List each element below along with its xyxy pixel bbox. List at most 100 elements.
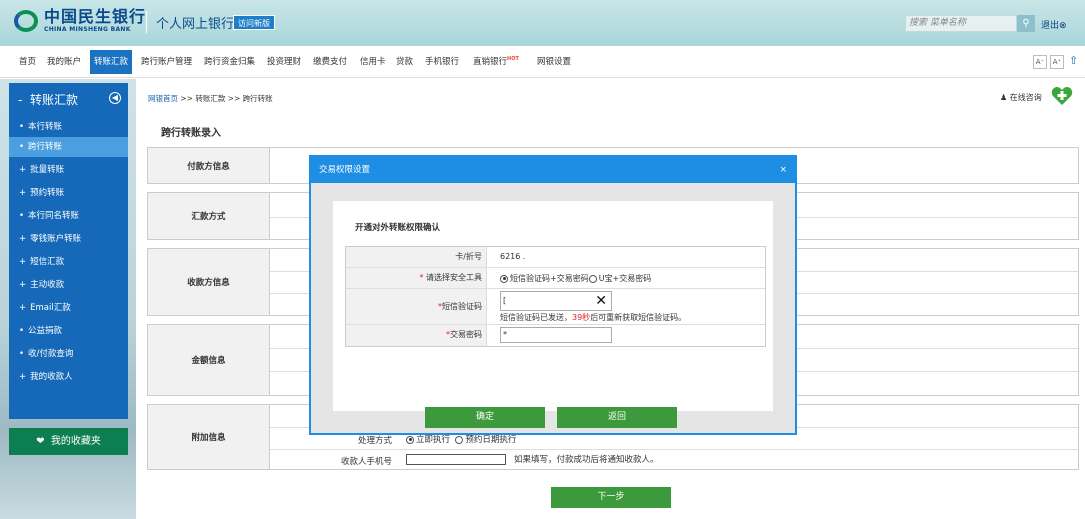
user-icon: ♟: [1000, 93, 1008, 102]
online-service-icon[interactable]: [1051, 86, 1073, 106]
sidebar-item-same-name[interactable]: • 本行同名转账: [9, 206, 128, 226]
dialog-title: 交易权限设置: [319, 165, 371, 175]
trade-password-input[interactable]: *: [500, 327, 612, 343]
nav-loan[interactable]: 贷款: [396, 55, 413, 67]
main-nav: 首页 我的账户 转账汇款 跨行账户管理 跨行资金归集 投资理财 缴费支付 信用卡…: [0, 46, 1085, 78]
section-label: 金额信息: [148, 325, 270, 395]
next-step-button[interactable]: 下一步: [551, 487, 671, 508]
nav-payment[interactable]: 缴费支付: [313, 55, 347, 67]
transaction-permission-dialog: 交易权限设置 × 开通对外转账权限确认 卡/折号 6216 . * 请选择安全工…: [309, 155, 797, 435]
sidebar-item-intra-bank[interactable]: • 本行转账: [9, 117, 128, 137]
page-title: 跨行转账录入: [161, 128, 221, 139]
process-now-label: 立即执行: [416, 435, 451, 445]
confirm-button[interactable]: 确定: [425, 407, 545, 428]
sidebar-item-change-account[interactable]: + 零钱账户转账: [9, 229, 128, 249]
nav-transfer[interactable]: 转账汇款: [90, 50, 133, 74]
sidebar-item-donation[interactable]: • 公益捐款: [9, 321, 128, 341]
search-icon[interactable]: ⚲: [1017, 15, 1035, 32]
ukey-tool-radio[interactable]: [588, 274, 597, 283]
heart-icon: ❤: [36, 436, 45, 447]
sidebar-item-label: 零钱账户转账: [30, 234, 82, 244]
section-label: 付款方信息: [148, 148, 270, 183]
sidebar-item-label: 本行转账: [28, 122, 63, 132]
back-to-top-icon[interactable]: ⇧: [1069, 54, 1078, 67]
nav-my-account[interactable]: 我的账户: [47, 55, 81, 67]
visit-new-version-link[interactable]: 访问新版: [233, 15, 275, 30]
security-tool-label: * 请选择安全工具: [346, 268, 487, 288]
sidebar-item-label: 跨行转账: [28, 142, 63, 152]
sidebar-item-query[interactable]: • 收/付款查询: [9, 344, 128, 364]
bank-name: 中国民生银行: [44, 7, 147, 26]
security-tool-row: * 请选择安全工具 短信验证码+交易密码 U宝+交易密码: [346, 268, 765, 289]
sidebar-item-label: 批量转账: [30, 165, 65, 175]
dialog-body: 开通对外转账权限确认 卡/折号 6216 . * 请选择安全工具 短信验证码+交…: [333, 201, 773, 428]
sms-code-row: *短信验证码 [ ✕ 短信验证码已发送，39秒后可重新获取短信验证码。: [346, 289, 765, 325]
sms-tool-radio[interactable]: [500, 274, 508, 283]
menu-search-input[interactable]: 搜索 菜单名称: [905, 15, 1017, 32]
sidebar: - 转账汇款 ◀ • 本行转账 • 跨行转账 + 批量转账 + 预约转账 • 本行同名转账…: [9, 83, 128, 419]
sms-hint-suffix: 后可重新获取短信验证码。: [590, 313, 687, 322]
payee-phone-field: 如果填写，付款成功后将通知收款人。: [406, 453, 659, 465]
sidebar-item-label: Email汇款: [30, 303, 71, 313]
nav-investment[interactable]: 投资理财: [267, 55, 301, 67]
nav-direct-bank[interactable]: 直销银行HOT: [473, 55, 519, 67]
favorites-button[interactable]: ❤ 我的收藏夹: [9, 428, 128, 455]
sidebar-item-label: 收/付款查询: [28, 349, 74, 359]
payee-phone-hint: 如果填写，付款成功后将通知收款人。: [514, 455, 659, 465]
breadcrumb-level2: 跨行转账: [242, 94, 273, 103]
nav-mobile-bank[interactable]: 手机银行: [425, 55, 459, 67]
security-tool-label-text: 请选择安全工具: [426, 273, 482, 282]
nav-cross-bank-account[interactable]: 跨行账户管理: [141, 55, 192, 67]
sms-code-label-text: 短信验证码: [442, 302, 482, 311]
breadcrumb-level1[interactable]: 转账汇款: [195, 94, 225, 103]
process-now-radio[interactable]: [406, 435, 414, 444]
trade-password-label-text: 交易密码: [450, 330, 482, 339]
nav-home[interactable]: 首页: [19, 55, 36, 67]
ukey-tool-label: U宝+交易密码: [598, 274, 652, 283]
dialog-form-table: 卡/折号 6216 . * 请选择安全工具 短信验证码+交易密码 U宝+交易密码 …: [345, 246, 766, 347]
nav-fund-collection[interactable]: 跨行资金归集: [204, 55, 255, 67]
sidebar-item-cross-bank[interactable]: • 跨行转账: [9, 137, 128, 157]
header: 中国民生银行 CHINA MINSHENG BANK 个人网上银行 访问新版 搜…: [0, 0, 1085, 46]
sidebar-item-sms-remit[interactable]: + 短信汇款: [9, 252, 128, 272]
security-tool-options: 短信验证码+交易密码 U宝+交易密码: [500, 273, 651, 284]
font-increase-button[interactable]: A⁺: [1050, 55, 1064, 69]
process-mode-label: 处理方式: [357, 436, 392, 446]
breadcrumb: 网银首页 >> 转账汇款 >> 跨行转账: [148, 94, 273, 103]
favorites-label: 我的收藏夹: [50, 436, 101, 447]
sidebar-item-payees[interactable]: + 我的收款人: [9, 367, 128, 387]
font-decrease-button[interactable]: A⁻: [1033, 55, 1047, 69]
sms-code-label: *短信验证码: [346, 289, 487, 324]
sidebar-item-batch[interactable]: + 批量转账: [9, 160, 128, 180]
online-consult-label: 在线咨询: [1009, 93, 1042, 102]
sms-code-value: [: [503, 296, 507, 305]
process-scheduled-radio[interactable]: [455, 435, 464, 444]
hot-badge: HOT: [507, 56, 519, 62]
bank-logo[interactable]: 中国民生银行 CHINA MINSHENG BANK: [14, 9, 146, 33]
logout-button[interactable]: 退出⊗: [1041, 18, 1067, 31]
breadcrumb-home[interactable]: 网银首页: [148, 94, 178, 103]
online-consult-link[interactable]: ♟ 在线咨询: [1000, 92, 1042, 103]
sidebar-collapse-icon[interactable]: ◀: [109, 92, 121, 104]
sidebar-item-email-remit[interactable]: + Email汇款: [9, 298, 128, 318]
trade-password-label: *交易密码: [346, 325, 487, 346]
back-button[interactable]: 返回: [557, 407, 677, 428]
nav-credit-card[interactable]: 信用卡: [360, 55, 386, 67]
clear-input-icon[interactable]: ✕: [595, 292, 607, 310]
sms-code-input[interactable]: [ ✕: [500, 291, 612, 311]
payee-phone-input[interactable]: [406, 454, 506, 465]
payee-phone-label: 收款人手机号: [340, 457, 392, 467]
sidebar-item-active-collect[interactable]: + 主动收款: [9, 275, 128, 295]
section-label: 汇款方式: [148, 193, 270, 239]
sidebar-item-scheduled[interactable]: + 预约转账: [9, 183, 128, 203]
logo-mark-icon: [14, 10, 38, 32]
sidebar-item-label: 我的收款人: [30, 372, 73, 382]
nav-settings[interactable]: 网银设置: [537, 55, 571, 67]
process-scheduled-label: 预约日期执行: [465, 435, 517, 445]
sidebar-title-text: 转账汇款: [29, 93, 78, 107]
card-number-label: 卡/折号: [346, 247, 487, 267]
close-icon[interactable]: ×: [779, 157, 787, 183]
section-label: 附加信息: [148, 405, 270, 469]
header-divider: [146, 11, 147, 33]
nav-direct-bank-label: 直销银行: [473, 57, 508, 67]
